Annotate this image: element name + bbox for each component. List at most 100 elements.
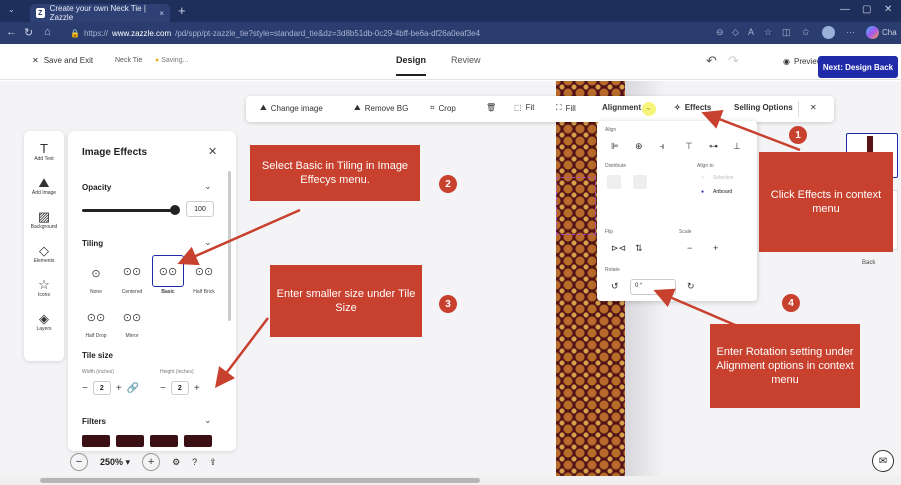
remove-bg-button[interactable]: ⛰ Remove BG	[354, 103, 408, 113]
save-exit-button[interactable]: ✕ Save and Exit	[32, 56, 93, 65]
filter-thumbnail[interactable]	[184, 435, 212, 447]
width-input[interactable]: 2	[92, 381, 111, 395]
zoom-level-select[interactable]: 250% ▾	[100, 457, 130, 468]
profile-avatar[interactable]	[822, 26, 835, 39]
flip-label: Flip	[605, 229, 614, 235]
scale-up-icon[interactable]: +	[713, 243, 718, 253]
preview-button[interactable]: ◉ Preview	[783, 57, 822, 66]
tab-title: Create your own Neck Tie | Zazzle	[49, 4, 146, 22]
chevron-down-icon[interactable]: ⌄	[204, 181, 212, 192]
delete-button[interactable]: 🗑	[486, 103, 496, 112]
url-field[interactable]: 🔒 https://www.zazzle.com/pd/spp/pt-zazzl…	[70, 26, 680, 40]
back-icon[interactable]: ←	[6, 26, 17, 38]
close-panel-icon[interactable]: ✕	[208, 145, 217, 158]
callout-3: Enter smaller size under Tile Size	[270, 265, 422, 337]
align-middle-icon[interactable]: ⊶	[709, 141, 718, 152]
rail-item-add-image[interactable]: ⛰ Add Image	[24, 175, 64, 196]
settings-icon[interactable]: ⚙	[172, 457, 180, 468]
increase-icon[interactable]: +	[194, 383, 200, 394]
read-aloud-icon[interactable]: A	[748, 27, 754, 37]
flip-horizontal-icon[interactable]: ⊳⊲	[611, 243, 626, 254]
opacity-input[interactable]: 100	[186, 201, 214, 217]
height-input[interactable]: 2	[170, 381, 189, 395]
align-left-icon[interactable]: ⊫	[611, 141, 619, 152]
align-top-icon[interactable]: ⊤	[685, 141, 693, 152]
next-design-back-button[interactable]: Next: Design Back	[818, 56, 898, 78]
scrollbar-thumb[interactable]	[40, 478, 480, 483]
opacity-slider[interactable]	[82, 209, 174, 212]
save-exit-label: Save and Exit	[43, 56, 94, 65]
tab-design[interactable]: Design	[396, 55, 427, 76]
browser-tab[interactable]: Z Create your own Neck Tie | Zazzle ×	[30, 4, 170, 22]
chat-button[interactable]: ✉	[872, 450, 894, 472]
tile-option-half-drop[interactable]: ⊙⊙	[80, 301, 112, 333]
rail-item-background[interactable]: ▨ Background	[24, 209, 64, 230]
minimize-icon[interactable]: —	[840, 4, 850, 15]
favorites-bar-icon[interactable]: ✩	[802, 27, 810, 38]
rail-item-elements[interactable]: ◇ Elements	[24, 243, 64, 264]
zoom-in-button[interactable]: +	[142, 453, 161, 471]
tile-half-drop-icon: ⊙⊙	[86, 311, 106, 324]
radio-artboard[interactable]: ●	[701, 189, 704, 195]
chevron-down-icon[interactable]: ⌄	[204, 415, 212, 426]
help-icon[interactable]: ?	[192, 457, 197, 467]
rail-item-icons[interactable]: ☆ Icons	[24, 277, 64, 298]
tile-option-none[interactable]: ⊙	[80, 257, 112, 289]
filter-thumbnail[interactable]	[116, 435, 144, 447]
change-image-button[interactable]: ⛰ Change image	[260, 103, 323, 113]
split-screen-icon[interactable]: ◫	[782, 27, 791, 38]
align-center-icon[interactable]: ⊕	[635, 141, 643, 152]
home-icon[interactable]: ⌂	[44, 26, 51, 38]
tab-review[interactable]: Review	[451, 55, 481, 65]
fit-button[interactable]: ⬚ Fit	[514, 103, 534, 112]
rotate-input[interactable]: 0 °	[630, 279, 676, 295]
close-icon: ✕	[32, 56, 39, 65]
effects-button[interactable]: ✧ Effects	[674, 103, 711, 112]
tile-option-centered[interactable]: ⊙⊙	[116, 255, 148, 287]
decrease-icon[interactable]: −	[160, 383, 166, 394]
chevron-down-icon[interactable]: ⌄	[204, 237, 212, 248]
tab-list-icon[interactable]: ⌄	[8, 5, 15, 14]
context-toolbar: ⛰ Change image ⛰ Remove BG ⌗ Crop 🗑 ⬚ Fit ⛶ F…	[246, 96, 834, 122]
decrease-icon[interactable]: −	[82, 383, 88, 394]
align-right-icon[interactable]: ⫣	[659, 141, 664, 152]
refresh-icon[interactable]: ↻	[24, 26, 33, 39]
selection-box[interactable]	[556, 177, 596, 235]
redo-icon[interactable]: ↷	[728, 53, 739, 69]
increase-icon[interactable]: +	[116, 383, 122, 394]
scale-down-icon[interactable]: −	[687, 243, 692, 253]
panel-scrollbar[interactable]	[228, 171, 231, 321]
filter-thumbnail[interactable]	[150, 435, 178, 447]
radio-selection[interactable]: ○	[701, 175, 704, 181]
tile-option-half-brick[interactable]: ⊙⊙	[188, 255, 220, 287]
rail-item-layers[interactable]: ◈ Layers	[24, 311, 64, 332]
rotate-left-icon[interactable]: ↺	[611, 281, 619, 292]
flip-vertical-icon[interactable]: ⇅	[635, 243, 643, 254]
undo-icon[interactable]: ↶	[706, 53, 717, 69]
close-window-icon[interactable]: ✕	[884, 4, 892, 15]
crop-button[interactable]: ⌗ Crop	[430, 103, 456, 113]
selling-options-button[interactable]: Selling Options	[734, 103, 793, 112]
extension-icon[interactable]: ◇	[732, 27, 739, 38]
filter-thumbnail[interactable]	[82, 435, 110, 447]
rotate-right-icon[interactable]: ↻	[687, 281, 695, 292]
align-bottom-icon[interactable]: ⊥	[733, 141, 741, 152]
fit-icon: ⬚	[514, 103, 522, 112]
favorite-icon[interactable]: ☆	[764, 27, 772, 38]
opacity-slider-handle[interactable]	[170, 205, 180, 215]
rail-item-add-text[interactable]: T Add Text	[24, 141, 64, 162]
close-toolbar-button[interactable]: ✕	[810, 103, 817, 112]
new-tab-icon[interactable]: +	[178, 3, 186, 18]
tile-option-mirror[interactable]: ⊙⊙	[116, 301, 148, 333]
zoom-out-button[interactable]: −	[70, 453, 88, 471]
maximize-icon[interactable]: ▢	[862, 4, 871, 15]
zoom-icon[interactable]: ⊖	[716, 27, 724, 38]
close-tab-icon[interactable]: ×	[159, 9, 164, 18]
more-icon[interactable]: ···	[846, 27, 855, 37]
horizontal-scrollbar[interactable]	[0, 476, 901, 485]
tile-option-basic[interactable]: ⊙⊙	[152, 255, 184, 287]
fill-button[interactable]: ⛶ Fill	[556, 103, 576, 113]
copilot-icon[interactable]	[866, 26, 879, 39]
share-icon[interactable]: ⇪	[209, 457, 217, 468]
link-icon[interactable]: 🔗	[127, 383, 139, 394]
